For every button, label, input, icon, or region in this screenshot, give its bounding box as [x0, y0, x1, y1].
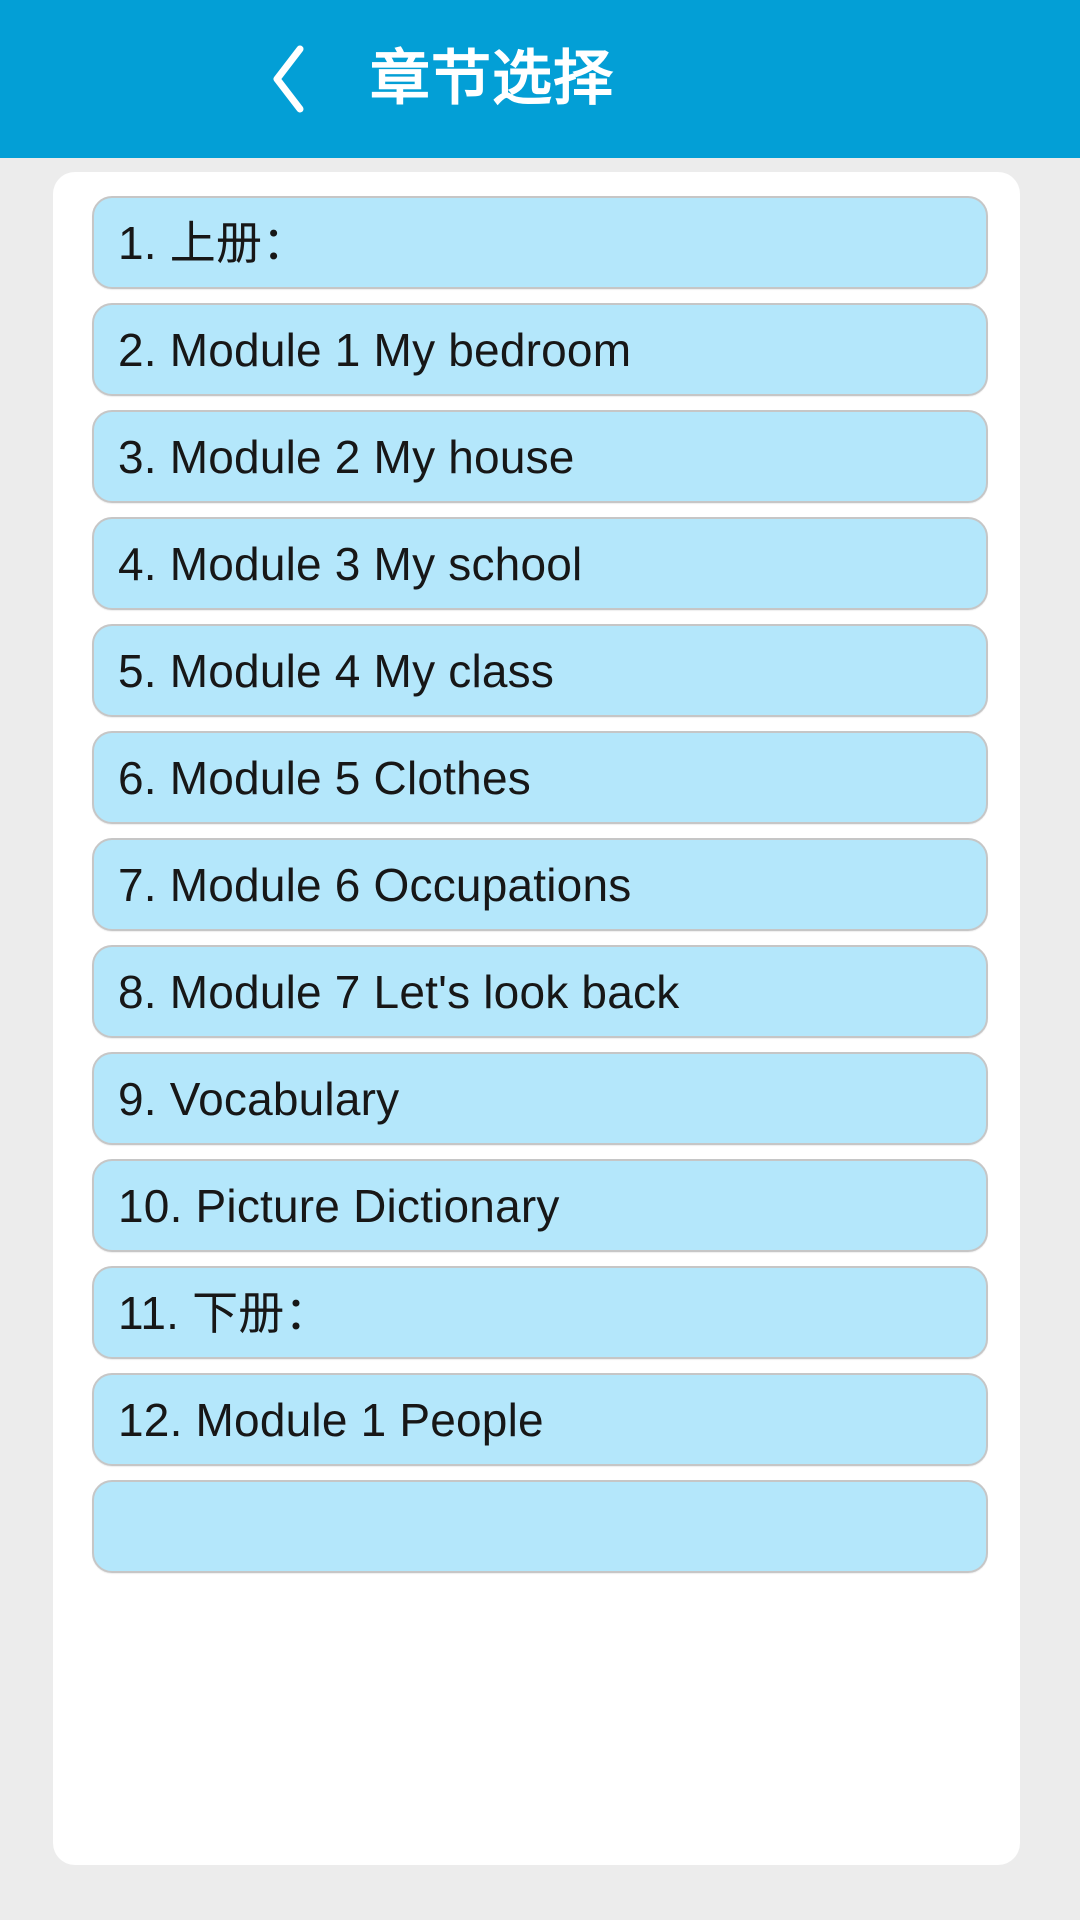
chapter-list-card[interactable]: 1. 上册： 2. Module 1 My bedroom 3. Module … [53, 172, 1020, 1865]
chapter-list: 1. 上册： 2. Module 1 My bedroom 3. Module … [53, 196, 1020, 1587]
chapter-item-label: 7. Module 6 Occupations [118, 858, 632, 911]
chapter-item-label: 9. Vocabulary [118, 1072, 400, 1125]
chapter-item-label: 1. 上册： [118, 216, 309, 269]
chapter-item-label: 10. Picture Dictionary [118, 1179, 560, 1232]
chapter-item-2[interactable]: 2. Module 1 My bedroom [92, 303, 988, 396]
chapter-item-label: 6. Module 5 Clothes [118, 751, 531, 804]
chapter-item-label: 8. Module 7 Let's look back [118, 965, 680, 1018]
chapter-item-9[interactable]: 9. Vocabulary [92, 1052, 988, 1145]
app-bar: 章节选择 [0, 0, 1080, 158]
chapter-item-label: 4. Module 3 My school [118, 537, 583, 590]
chapter-item-1[interactable]: 1. 上册： [92, 196, 988, 289]
chapter-item-5[interactable]: 5. Module 4 My class [92, 624, 988, 717]
chapter-item-label: 2. Module 1 My bedroom [118, 323, 632, 376]
back-button[interactable] [246, 24, 332, 134]
chapter-item-label: 11. 下册： [118, 1286, 331, 1339]
chapter-item-label: 3. Module 2 My house [118, 430, 575, 483]
chapter-item-label: 5. Module 4 My class [118, 644, 555, 697]
chapter-item-12[interactable]: 12. Module 1 People [92, 1373, 988, 1466]
chapter-item-10[interactable]: 10. Picture Dictionary [92, 1159, 988, 1252]
chapter-item-4[interactable]: 4. Module 3 My school [92, 517, 988, 610]
chapter-item-8[interactable]: 8. Module 7 Let's look back [92, 945, 988, 1038]
chapter-item-13-partial[interactable] [92, 1480, 988, 1573]
page-title: 章节选择 [370, 45, 614, 112]
chevron-left-icon [267, 43, 311, 115]
chapter-item-7[interactable]: 7. Module 6 Occupations [92, 838, 988, 931]
chapter-item-11[interactable]: 11. 下册： [92, 1266, 988, 1359]
chapter-item-6[interactable]: 6. Module 5 Clothes [92, 731, 988, 824]
chapter-item-label: 12. Module 1 People [118, 1393, 544, 1446]
chapter-item-3[interactable]: 3. Module 2 My house [92, 410, 988, 503]
